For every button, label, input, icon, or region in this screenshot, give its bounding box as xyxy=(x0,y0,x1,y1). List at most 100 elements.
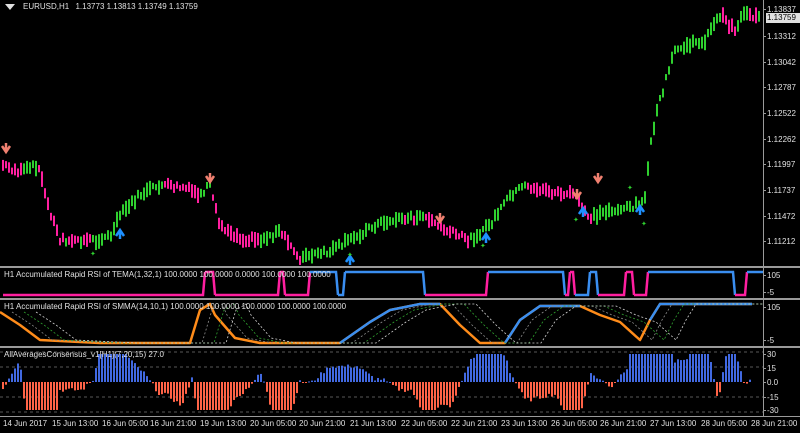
histogram-bar xyxy=(236,382,238,397)
histogram-bar xyxy=(26,382,28,410)
histogram-bar xyxy=(314,380,316,382)
time-tick: 27 Jun 13:00 xyxy=(650,419,697,428)
histogram-bar xyxy=(170,382,172,399)
histogram-bar xyxy=(641,354,643,382)
consensus-tick: 15 xyxy=(764,364,776,373)
histogram-bar xyxy=(299,380,301,382)
buy-arrow-icon xyxy=(634,203,646,215)
time-tick: 26 Jun 05:00 xyxy=(551,419,598,428)
histogram-bar xyxy=(422,382,424,410)
histogram-bar xyxy=(644,354,646,382)
histogram-bar xyxy=(353,367,355,382)
histogram-bar xyxy=(269,382,271,405)
price-chart-panel[interactable]: ✦ ✦ ✦ ✦ ✦ ✦ EURUSD,H1 1.13773 1.13813 1.13749… xyxy=(0,0,763,266)
histogram-bar xyxy=(332,366,334,382)
histogram-bar xyxy=(167,382,169,394)
histogram-bar xyxy=(80,382,82,390)
histogram-bar xyxy=(620,374,622,382)
histogram-bar xyxy=(5,382,7,385)
histogram-bar xyxy=(584,382,586,397)
histogram-bar xyxy=(161,382,163,395)
histogram-bar xyxy=(389,381,391,383)
histogram-bar xyxy=(323,373,325,382)
histogram-bar xyxy=(230,382,232,407)
rsi-smma-title: H1 Accumulated Rapid RSI of SMMA(14,10,1… xyxy=(4,302,347,311)
histogram-bar xyxy=(749,379,751,382)
histogram-bar xyxy=(539,382,541,399)
histogram-bar xyxy=(311,380,313,382)
histogram-bar xyxy=(215,382,217,410)
price-axis[interactable]: 1.13837 1.13759 1.13312 1.13042 1.12787 … xyxy=(763,0,800,266)
price-chart-canvas[interactable]: ✦ ✦ ✦ ✦ ✦ ✦ xyxy=(0,0,763,266)
rsi-tema-line xyxy=(575,271,592,297)
histogram-bar xyxy=(638,354,640,382)
histogram-bar xyxy=(35,382,37,410)
histogram-bar xyxy=(395,382,397,386)
histogram-bar xyxy=(251,382,253,384)
histogram-bar xyxy=(443,382,445,405)
histogram-bar xyxy=(518,382,520,389)
histogram-bar xyxy=(56,382,58,410)
rsi-smma-tick: 105 xyxy=(764,303,781,312)
histogram-bar xyxy=(614,382,616,383)
rsi-tema-axis: 105 -5 xyxy=(763,268,800,298)
histogram-bar xyxy=(437,382,439,408)
histogram-bar xyxy=(557,382,559,399)
histogram-bar xyxy=(266,382,268,392)
histogram-bar xyxy=(62,382,64,392)
rsi-tema-title: H1 Accumulated Rapid RSI of TEMA(1,32,1)… xyxy=(4,270,331,279)
histogram-bar xyxy=(488,354,490,382)
histogram-bar xyxy=(602,380,604,382)
histogram-bar xyxy=(290,382,292,410)
histogram-bar xyxy=(452,382,454,402)
histogram-bar xyxy=(209,382,211,410)
histogram-bar xyxy=(260,373,262,382)
histogram-bar xyxy=(344,366,346,382)
histogram-bar xyxy=(218,382,220,410)
histogram-bar xyxy=(710,362,712,382)
histogram-bar xyxy=(653,354,655,382)
histogram-bar xyxy=(572,382,574,410)
price-tick: 1.13312 xyxy=(764,32,796,41)
histogram-bar xyxy=(737,361,739,382)
histogram-bar xyxy=(545,382,547,398)
histogram-bar xyxy=(350,367,352,382)
histogram-bar xyxy=(152,382,154,384)
histogram-bar xyxy=(449,382,451,408)
histogram-bar xyxy=(467,366,469,382)
histogram-bar xyxy=(140,370,142,382)
histogram-bar xyxy=(428,382,430,410)
histogram-bar xyxy=(530,382,532,402)
histogram-bar xyxy=(341,365,343,382)
rsi-tema-panel[interactable]: H1 Accumulated Rapid RSI of TEMA(1,32,1)… xyxy=(0,268,763,298)
time-tick: 28 Jun 21:00 xyxy=(751,419,798,428)
histogram-bar xyxy=(146,376,148,382)
histogram-bar xyxy=(329,367,331,382)
histogram-bar xyxy=(413,382,415,396)
time-tick: 16 Jun 21:00 xyxy=(150,419,197,428)
histogram-bar xyxy=(326,367,328,382)
histogram-bar xyxy=(362,369,364,382)
symbol-dropdown-icon[interactable] xyxy=(5,4,15,10)
histogram-bar xyxy=(689,354,691,382)
histogram-bar xyxy=(470,358,472,382)
time-axis[interactable]: 14 Jun 2017 15 Jun 13:00 16 Jun 05:00 16… xyxy=(0,416,800,433)
histogram-bar xyxy=(455,382,457,396)
rsi-smma-rising-line xyxy=(503,304,580,344)
rsi-tema-tick: 105 xyxy=(764,271,781,280)
histogram-bar xyxy=(53,382,55,410)
consensus-title: AllAveragesConsensus_v1[H1](7,20,15) 27.… xyxy=(4,350,164,359)
histogram-bar xyxy=(701,354,703,382)
consensus-panel[interactable]: AllAveragesConsensus_v1[H1](7,20,15) 27.… xyxy=(0,348,763,416)
price-tick: 1.13042 xyxy=(764,58,796,67)
histogram-bar xyxy=(458,382,460,387)
rsi-smma-panel[interactable]: H1 Accumulated Rapid RSI of SMMA(14,10,1… xyxy=(0,300,763,346)
price-tick: 1.12262 xyxy=(764,135,796,144)
histogram-bar xyxy=(89,382,91,383)
time-tick: 19 Jun 13:00 xyxy=(200,419,247,428)
histogram-bar xyxy=(164,382,166,393)
histogram-bar xyxy=(68,382,70,389)
histogram-bar xyxy=(317,378,319,382)
histogram-bar xyxy=(623,372,625,382)
histogram-bar xyxy=(227,382,229,410)
